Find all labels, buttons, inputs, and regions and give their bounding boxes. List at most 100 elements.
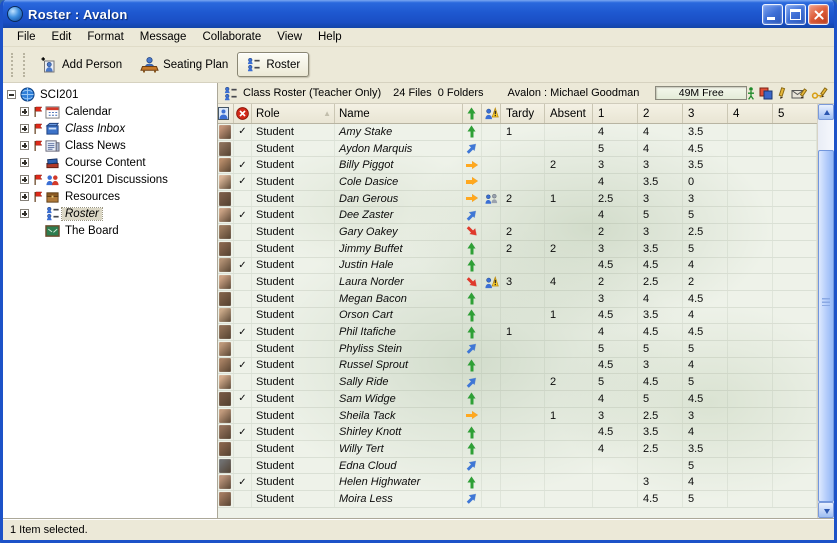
check-cell[interactable] [234, 224, 252, 240]
layers-icon[interactable] [759, 87, 773, 100]
table-row[interactable]: StudentOrson Cart14.53.54 [218, 308, 817, 325]
check-cell[interactable]: ✓ [234, 324, 252, 340]
key-edit-icon[interactable] [811, 87, 828, 100]
expand-icon[interactable] [20, 209, 29, 218]
check-cell[interactable]: ✓ [234, 157, 252, 173]
vertical-scrollbar[interactable] [817, 104, 834, 518]
check-cell[interactable] [234, 374, 252, 390]
table-row[interactable]: StudentGary Oakey2232.5 [218, 224, 817, 241]
column-header-3[interactable]: 3 [683, 104, 728, 123]
check-cell[interactable] [234, 491, 252, 507]
check-cell[interactable] [234, 141, 252, 157]
check-cell[interactable]: ✓ [234, 174, 252, 190]
expand-icon[interactable] [20, 192, 29, 201]
tree-item-the-board[interactable]: The Board [3, 222, 217, 239]
check-cell[interactable]: ✓ [234, 124, 252, 140]
column-header-trend[interactable] [463, 104, 482, 123]
menu-edit[interactable]: Edit [44, 29, 80, 45]
tree-item-course-content[interactable]: Course Content [3, 154, 217, 171]
table-row[interactable]: ✓StudentRussel Sprout4.534 [218, 358, 817, 375]
scrollbar-thumb[interactable] [818, 150, 834, 502]
check-cell[interactable] [234, 291, 252, 307]
table-row[interactable]: ✓StudentBilly Piggot2333.5 [218, 157, 817, 174]
table-row[interactable]: ✓StudentHelen Highwater34 [218, 474, 817, 491]
check-cell[interactable]: ✓ [234, 424, 252, 440]
column-header-status[interactable] [234, 104, 252, 123]
tree-item-class-inbox[interactable]: Class Inbox [3, 120, 217, 137]
table-row[interactable]: StudentWilly Tert42.53.5 [218, 441, 817, 458]
table-row[interactable]: StudentPhyliss Stein555 [218, 341, 817, 358]
check-cell[interactable]: ✓ [234, 207, 252, 223]
table-row[interactable]: ✓StudentPhil Itafiche144.54.5 [218, 324, 817, 341]
table-row[interactable]: StudentJimmy Buffet2233.55 [218, 241, 817, 258]
column-header-name[interactable]: Name [335, 104, 463, 123]
table-row[interactable]: ✓StudentCole Dasice43.50 [218, 174, 817, 191]
table-row[interactable]: StudentEdna Cloud5 [218, 458, 817, 475]
tree-item-class-news[interactable]: Class News [3, 137, 217, 154]
check-cell[interactable] [234, 308, 252, 324]
table-row[interactable]: ✓StudentJustin Hale4.54.54 [218, 258, 817, 275]
student-photo [219, 292, 231, 306]
menu-format[interactable]: Format [79, 29, 131, 45]
scroll-down-button[interactable] [818, 502, 834, 518]
check-cell[interactable] [234, 341, 252, 357]
check-cell[interactable]: ✓ [234, 358, 252, 374]
check-cell[interactable] [234, 458, 252, 474]
table-row[interactable]: ✓StudentSam Widge454.5 [218, 391, 817, 408]
table-row[interactable]: StudentMoira Less4.55 [218, 491, 817, 508]
expand-icon[interactable] [20, 124, 29, 133]
table-row[interactable]: StudentAydon Marquis544.5 [218, 141, 817, 158]
tree-item-resources[interactable]: Resources [3, 188, 217, 205]
check-cell[interactable] [234, 408, 252, 424]
pencil-icon[interactable] [777, 87, 787, 100]
check-cell[interactable] [234, 191, 252, 207]
table-row[interactable]: StudentDan Gerous212.533 [218, 191, 817, 208]
close-button[interactable] [808, 4, 829, 25]
column-header-photo[interactable] [218, 104, 234, 123]
mail-edit-icon[interactable] [791, 87, 807, 100]
column-header-4[interactable]: 4 [728, 104, 773, 123]
roster-button[interactable]: Roster [237, 52, 309, 77]
minimize-button[interactable] [762, 4, 783, 25]
table-row[interactable]: StudentSally Ride254.55 [218, 374, 817, 391]
tree-item-roster[interactable]: Roster [3, 205, 217, 222]
tree-item-calendar[interactable]: Calendar [3, 103, 217, 120]
check-cell[interactable] [234, 441, 252, 457]
table-row[interactable]: StudentMegan Bacon344.5 [218, 291, 817, 308]
menu-help[interactable]: Help [310, 29, 350, 45]
check-cell[interactable] [234, 274, 252, 290]
check-cell[interactable]: ✓ [234, 258, 252, 274]
maximize-button[interactable] [785, 4, 806, 25]
seating-plan-button[interactable]: Seating Plan [131, 51, 237, 78]
column-header-alert[interactable] [482, 104, 501, 123]
scroll-up-button[interactable] [818, 104, 834, 120]
expand-icon[interactable] [20, 107, 29, 116]
tree-item-sci201[interactable]: SCI201 [3, 86, 217, 103]
table-row[interactable]: ✓StudentShirley Knott4.53.54 [218, 424, 817, 441]
menu-view[interactable]: View [269, 29, 310, 45]
check-cell[interactable] [234, 241, 252, 257]
add-person-button[interactable]: Add Person [31, 51, 131, 78]
collapse-icon[interactable] [7, 90, 16, 99]
table-row[interactable]: StudentLaura Norder3422.52 [218, 274, 817, 291]
column-header-2[interactable]: 2 [638, 104, 683, 123]
table-row[interactable]: ✓StudentAmy Stake1443.5 [218, 124, 817, 141]
check-cell[interactable]: ✓ [234, 391, 252, 407]
expand-icon[interactable] [20, 158, 29, 167]
tree-item-sci201-discussions[interactable]: SCI201 Discussions [3, 171, 217, 188]
menu-message[interactable]: Message [132, 29, 195, 45]
scrollbar-track[interactable] [818, 120, 834, 502]
menu-file[interactable]: File [9, 29, 44, 45]
table-row[interactable]: StudentSheila Tack132.53 [218, 408, 817, 425]
expand-icon[interactable] [20, 141, 29, 150]
column-header-1[interactable]: 1 [593, 104, 638, 123]
menu-collaborate[interactable]: Collaborate [194, 29, 269, 45]
column-header-5[interactable]: 5 [773, 104, 818, 123]
column-header-absent[interactable]: Absent [545, 104, 593, 123]
user-online-icon[interactable] [747, 87, 755, 100]
expand-icon[interactable] [20, 175, 29, 184]
check-cell[interactable]: ✓ [234, 474, 252, 490]
column-header-role[interactable]: Role ▲ [252, 104, 335, 123]
column-header-tardy[interactable]: Tardy [501, 104, 545, 123]
table-row[interactable]: ✓StudentDee Zaster455 [218, 207, 817, 224]
